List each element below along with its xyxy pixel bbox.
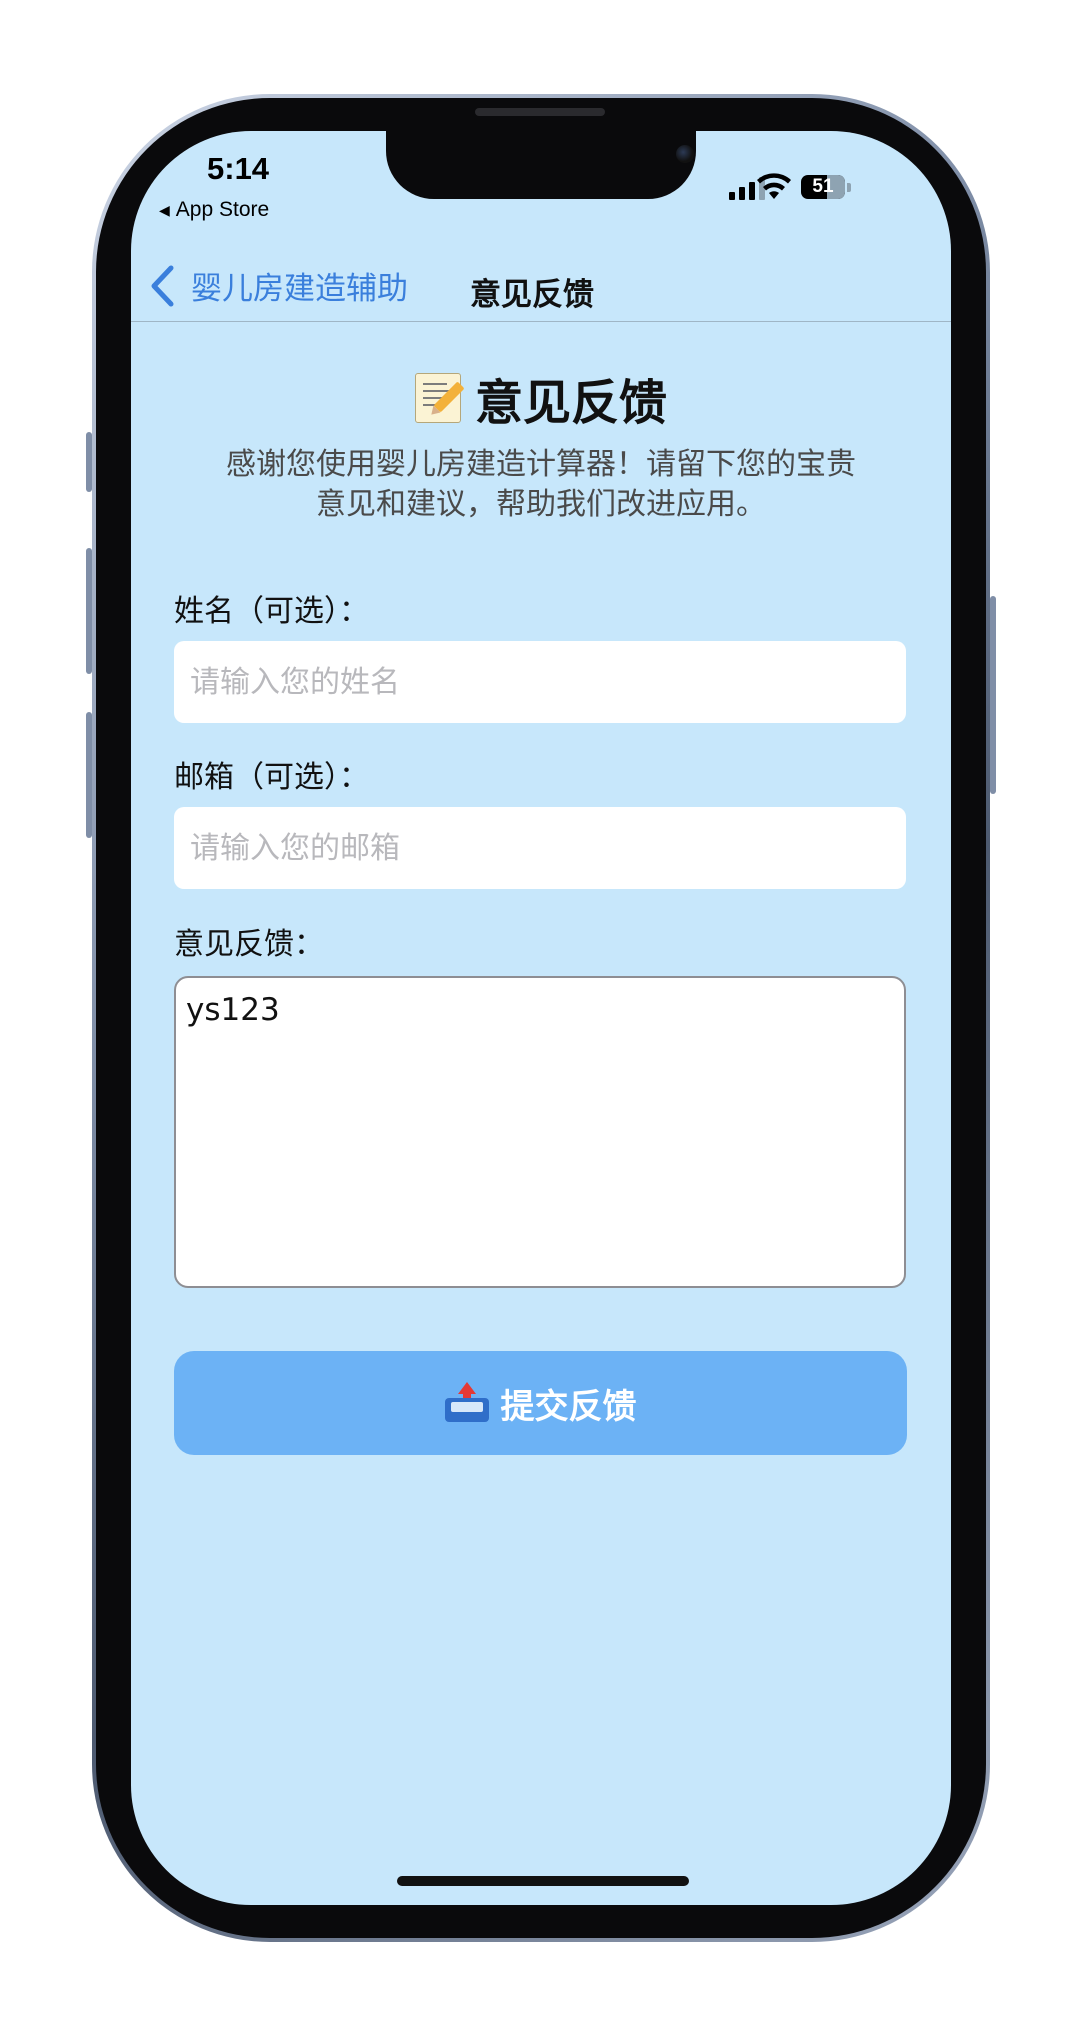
email-input[interactable] [174, 807, 906, 889]
submit-feedback-button[interactable]: 提交反馈 [174, 1351, 907, 1455]
page-subtitle: 感谢您使用婴儿房建造计算器！请留下您的宝贵 意见和建议，帮助我们改进应用。 [171, 445, 911, 525]
nav-back-button[interactable]: 婴儿房建造辅助 [149, 263, 408, 308]
wifi-icon [757, 173, 791, 199]
subtitle-line-1: 感谢您使用婴儿房建造计算器！请留下您的宝贵 [226, 447, 856, 482]
nav-title: 意见反馈 [470, 277, 594, 313]
subtitle-line-2: 意见和建议，帮助我们改进应用。 [316, 487, 766, 522]
email-label: 邮箱（可选）： [174, 760, 369, 795]
navigation-bar: 婴儿房建造辅助 意见反馈 [131, 249, 951, 322]
phone-screen: 5:14 ◀ App Store 51 婴儿房建造辅助 意见反馈 意见反馈 感谢… [131, 131, 951, 1905]
feedback-label: 意见反馈： [174, 927, 324, 962]
outbox-tray-icon [444, 1382, 489, 1424]
status-back-to-app[interactable]: ◀ App Store [159, 198, 269, 222]
power-button [990, 596, 996, 794]
back-triangle-icon: ◀ [159, 201, 170, 218]
notch [386, 131, 696, 199]
status-back-label: App Store [175, 198, 270, 221]
earpiece-speaker [475, 108, 605, 116]
status-time: 5:14 [207, 151, 270, 186]
name-input[interactable] [174, 641, 906, 723]
name-label: 姓名（可选）： [174, 594, 369, 629]
memo-icon [414, 373, 465, 423]
submit-button-label: 提交反馈 [500, 1386, 637, 1427]
battery-percent: 51 [812, 176, 834, 197]
nav-back-label: 婴儿房建造辅助 [191, 271, 408, 307]
chevron-left-icon [151, 265, 174, 306]
device-mockup: 5:14 ◀ App Store 51 婴儿房建造辅助 意见反馈 意见反馈 感谢… [0, 0, 1080, 2033]
front-camera [676, 145, 694, 163]
page-title: 意见反馈 [474, 375, 667, 431]
page-heading: 意见反馈 [131, 363, 951, 433]
battery-icon: 51 [801, 175, 851, 199]
feedback-textarea[interactable] [174, 976, 906, 1288]
home-indicator[interactable] [397, 1876, 689, 1886]
